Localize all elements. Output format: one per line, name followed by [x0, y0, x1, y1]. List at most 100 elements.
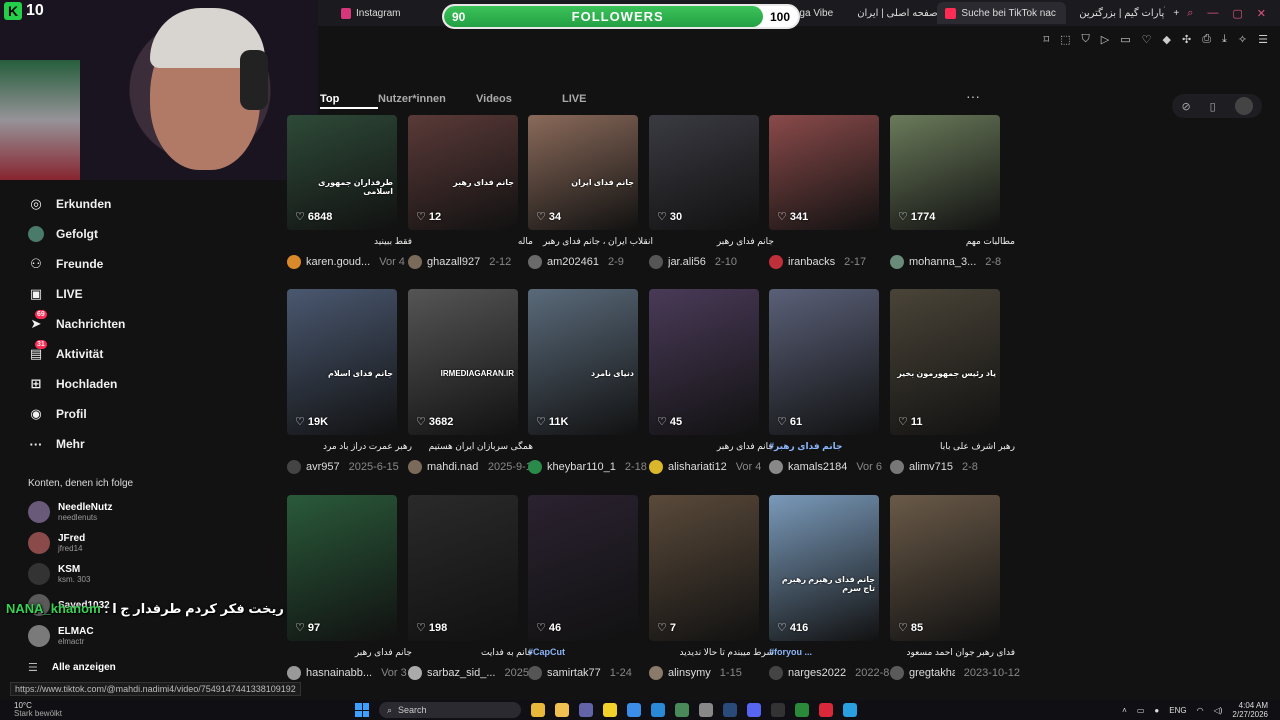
maximize-icon[interactable]: ▢	[1232, 7, 1242, 20]
video-author[interactable]: karen.goud... Vor 4	[287, 255, 417, 269]
taskbar-search[interactable]: ⌕ Search	[379, 702, 521, 718]
video-card[interactable]: ♡ 198 جانم به فدایت sarbaz_sid_... 2025	[408, 495, 533, 701]
wifi-icon[interactable]: ◠	[1197, 706, 1204, 715]
xbox-icon[interactable]	[795, 703, 809, 717]
following-item[interactable]: JFred jfred14	[28, 532, 85, 554]
video-description[interactable]: همگی سربازان ایران هستیم	[408, 441, 533, 452]
discord-icon[interactable]	[747, 703, 761, 717]
video-author[interactable]: alinsymy 1-15	[649, 666, 779, 680]
sidebar-item-aktivitaet[interactable]: ▤ 31 Aktivität	[28, 340, 103, 362]
video-author[interactable]: gregtakhar... 2023-10-12	[890, 666, 1020, 680]
video-card[interactable]: دنیای نامرد ♡ 11K kheybar110_1 2-18	[528, 289, 647, 495]
sidebar-item-mehr[interactable]: ··· Mehr	[28, 436, 85, 452]
video-card[interactable]: ♡ 7 شرط میبندم تا حالا ندیدید alinsymy 1-15	[649, 495, 774, 701]
download-icon[interactable]: ⤓	[1222, 33, 1227, 46]
video-card[interactable]: IRMEDIAGARAN.IR ♡ 3682 همگی سربازان ایران ه…	[408, 289, 538, 495]
phone-icon[interactable]: ▯	[1210, 100, 1216, 113]
video-author[interactable]: ghazall927 2-12	[408, 255, 538, 269]
following-item[interactable]: ELMAC elmactr	[28, 625, 94, 647]
video-card[interactable]: جانم فدای اسلام ♡ 19K رهبر عمرت دراز باد مر…	[287, 289, 412, 495]
video-thumbnail[interactable]	[408, 495, 518, 641]
heart-icon[interactable]: ♡	[1142, 33, 1152, 46]
video-description[interactable]: فدای رهبر جوان احمد مسعود	[890, 647, 1015, 658]
video-thumbnail[interactable]	[649, 495, 759, 641]
sidebar-item-gefolgt[interactable]: Gefolgt	[28, 226, 98, 242]
sidebar-item-profil[interactable]: ◉ Profil	[28, 406, 86, 422]
video-thumbnail[interactable]	[528, 495, 638, 641]
tab-instagram[interactable]: Instagram	[333, 2, 409, 24]
video-description[interactable]: جانم فدای رهبر	[649, 441, 774, 452]
compass-small-icon[interactable]: ⊘	[1181, 100, 1190, 113]
steam-icon[interactable]	[723, 703, 737, 717]
play-icon[interactable]: ▷	[1101, 33, 1109, 46]
sidebar-item-freunde[interactable]: ⚇ Freunde	[28, 256, 103, 272]
video-author[interactable]: sarbaz_sid_... 2025	[408, 666, 538, 680]
video-author[interactable]: alishariati12 Vor 4	[649, 460, 779, 474]
video-description[interactable]: ماله	[408, 236, 533, 247]
menu-icon[interactable]: ☰	[1258, 33, 1268, 46]
show-all-following[interactable]: ☰ Alle anzeigen	[28, 661, 116, 674]
video-description[interactable]: رهبر اشرف علی بابا	[890, 441, 1015, 452]
ai-icon[interactable]: ✧	[1238, 33, 1247, 46]
obs-icon[interactable]	[771, 703, 785, 717]
video-card[interactable]: طرفداران جمهوری اسلامی ♡ 6848 فقط ببینید kar…	[287, 115, 412, 290]
telegram-icon[interactable]	[843, 703, 857, 717]
video-author[interactable]: samirtak77 1-24	[528, 666, 658, 680]
video-card[interactable]: ♡ 1774 مطالبات مهم mohanna_3... 2-8	[890, 115, 1015, 290]
tab-iran[interactable]: صفحه اصلی | ایران	[844, 2, 937, 24]
minimize-icon[interactable]: —	[1207, 7, 1218, 20]
settings-icon[interactable]	[699, 703, 713, 717]
chrome-icon[interactable]	[675, 703, 689, 717]
network-icon[interactable]: ▭	[1137, 706, 1145, 715]
more-options-icon[interactable]: ···	[966, 88, 980, 104]
video-description[interactable]: جانم به فدایت	[408, 647, 533, 658]
mic-icon[interactable]: ●	[1154, 706, 1159, 715]
file-explorer-icon[interactable]	[531, 703, 545, 717]
video-author[interactable]: hasnainabb... Vor 3	[287, 666, 417, 680]
video-card[interactable]: جانم فدای ایران ♡ 34 انقلاب ایران ، جانم فد…	[528, 115, 653, 290]
store-icon[interactable]	[627, 703, 641, 717]
norton-icon[interactable]	[603, 703, 617, 717]
video-author[interactable]: am202461 2-9	[528, 255, 658, 269]
video-author[interactable]: narges2022 2022-8-	[769, 666, 899, 680]
video-card[interactable]: جانم فدای رهبرم رهبرم تاج سرم ♡ 416 #foryou…	[769, 495, 893, 701]
lang-indicator[interactable]: ENG	[1169, 706, 1186, 715]
close-icon[interactable]: ✕	[1257, 7, 1266, 20]
user-circle-icon[interactable]	[1234, 97, 1253, 115]
folder-icon[interactable]	[555, 703, 569, 717]
weather-widget[interactable]: 10°C Stark bewölkt	[14, 702, 62, 718]
video-description[interactable]: مطالبات مهم	[890, 236, 1015, 247]
screenshot-icon[interactable]: ⎙	[1202, 33, 1211, 46]
volume-icon[interactable]: ◁)	[1214, 706, 1223, 715]
following-item[interactable]: KSM ksm. 303	[28, 563, 90, 585]
video-card[interactable]: جانم فدای رهبر ♡ 12 ماله ghazall927 2-12	[408, 115, 533, 290]
shield-icon[interactable]: ⛉	[1082, 33, 1090, 46]
video-description[interactable]: فقط ببینید	[287, 236, 412, 247]
video-thumbnail[interactable]: جانم فدای اسلام	[287, 289, 397, 435]
video-thumbnail[interactable]: جانم فدای رهبرم رهبرم تاج سرم	[769, 495, 879, 641]
video-thumbnail[interactable]	[890, 495, 1000, 641]
sidebar-item-live[interactable]: ▣ LIVE	[28, 286, 83, 302]
video-thumbnail[interactable]: دنیای نامرد	[528, 289, 638, 435]
chevron-up-icon[interactable]: ˄	[1122, 706, 1127, 715]
puzzle-icon[interactable]: ✣	[1182, 33, 1191, 46]
tab-videos[interactable]: Videos	[476, 93, 562, 109]
edge-icon[interactable]	[651, 703, 665, 717]
video-description[interactable]: جانم فدای رهبر	[649, 236, 774, 247]
video-card[interactable]: ♡ 45 جانم فدای رهبر alishariati12 Vor 4	[649, 289, 774, 495]
video-description[interactable]: #CapCut	[528, 647, 653, 657]
collections-icon[interactable]: ▭	[1120, 33, 1130, 46]
tab-users[interactable]: Nutzer*innen	[378, 93, 476, 109]
video-author[interactable]: kamals2184 Vor 6	[769, 460, 899, 474]
video-card[interactable]: ♡ 61 #جانم فدای رهبر kamals2184 Vor 6	[769, 289, 882, 495]
video-thumbnail[interactable]	[287, 495, 397, 641]
tab-aparat[interactable]: آپارات گیم | بزرگترین	[1066, 2, 1165, 24]
tab-live[interactable]: LIVE	[562, 93, 612, 109]
video-thumbnail[interactable]	[769, 289, 879, 435]
following-item[interactable]: NeedleNutz needlenuts	[28, 501, 112, 523]
video-description[interactable]: انقلاب ایران ، جانم فدای رهبر	[528, 236, 653, 247]
video-card[interactable]: ♡ 30 جانم فدای رهبر jar.ali56 2-10	[649, 115, 774, 290]
sidebar-item-erkunden[interactable]: ◎ Erkunden	[28, 196, 111, 212]
search-tabs-icon[interactable]: ⌕	[1187, 7, 1193, 20]
tab-top[interactable]: Top	[320, 93, 378, 109]
